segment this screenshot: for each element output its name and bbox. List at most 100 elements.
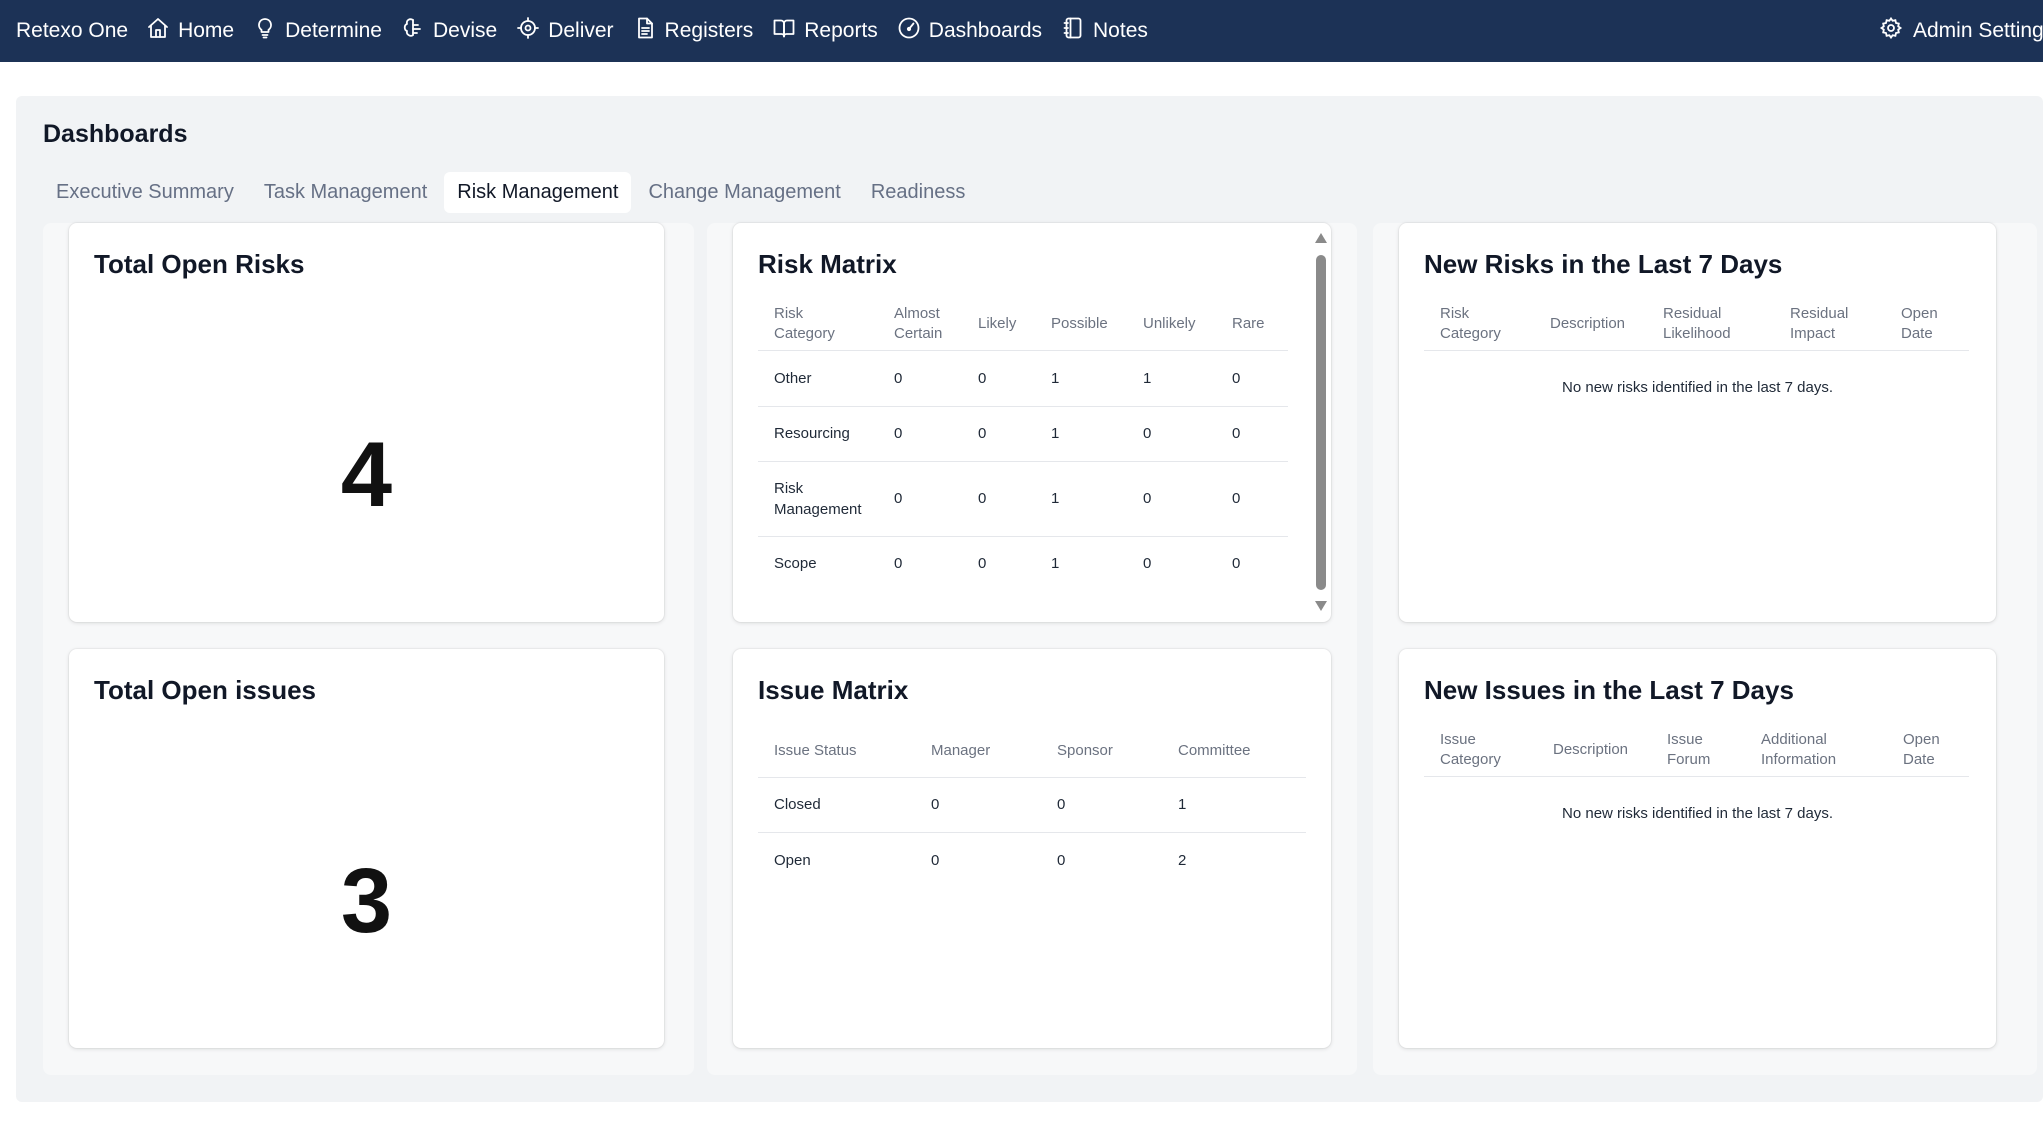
table-cell: 0 [878, 350, 962, 407]
card-title: Total Open Risks [94, 249, 305, 279]
table-cell: 1 [1035, 350, 1127, 407]
issue-matrix-card: Issue Matrix Issue Status Manager Sponso… [733, 649, 1331, 1048]
table-cell: Closed [758, 777, 915, 833]
table-row: Open 0 0 2 [758, 832, 1306, 888]
nav-item-determine[interactable]: Determine [253, 16, 382, 46]
nav-item-registers[interactable]: Registers [633, 16, 754, 46]
nav-item-label: Registers [664, 19, 754, 42]
table-row: Closed 0 0 1 [758, 777, 1306, 833]
column-header: Issue Forum [1651, 725, 1745, 777]
table-cell: 1 [1051, 555, 1060, 573]
nav-item-label: Reports [804, 19, 878, 42]
table-header-row: Risk Category Description Residual Likel… [1424, 299, 1969, 351]
table-cell: Resourcing [758, 406, 878, 462]
scroll-up-arrow-icon[interactable] [1315, 233, 1327, 243]
admin-settings-button[interactable]: Admin Settings [1879, 0, 2043, 62]
table-cell: 0 [1127, 461, 1216, 537]
table-cell: Risk Management [758, 461, 878, 537]
scroll-down-arrow-icon[interactable] [1315, 601, 1327, 611]
tab-executive-summary[interactable]: Executive Summary [43, 172, 247, 213]
card-title: New Issues in the Last 7 Days [1424, 675, 1794, 705]
column-header: Description [1537, 725, 1651, 777]
card-title: Total Open issues [94, 675, 317, 705]
table-cell: 0 [1232, 555, 1241, 573]
tab-change-management[interactable]: Change Management [635, 172, 853, 213]
column-header: Description [1534, 299, 1647, 351]
column-header: Manager [915, 725, 1041, 778]
table-cell: 0 [962, 350, 1035, 407]
column-header: Open Date [1885, 299, 1969, 351]
scrollbar-thumb[interactable] [1316, 255, 1326, 590]
column-header: Sponsor [1041, 725, 1162, 778]
column-header: Issue Status [758, 725, 915, 778]
table-cell: Open [774, 851, 811, 869]
table-cell: 0 [978, 555, 987, 573]
empty-state-message: No new risks identified in the last 7 da… [1562, 805, 1833, 822]
table-cell: 1 [1035, 461, 1127, 537]
nav-item-label: Dashboards [928, 19, 1043, 42]
column-header: Unlikely [1127, 299, 1216, 351]
nav-item-deliver[interactable]: Deliver [516, 16, 614, 46]
column-header: Likely [962, 299, 1035, 351]
book-icon [772, 16, 796, 46]
tab-readiness[interactable]: Readiness [858, 172, 979, 213]
lightbulb-icon [253, 16, 277, 46]
nav-item-dashboards[interactable]: Dashboards [897, 16, 1042, 46]
new-issues-table: Issue Category Description Issue Forum A… [1424, 725, 1969, 777]
card-title: Issue Matrix [758, 675, 909, 705]
table-row: Other 0 0 1 1 0 [758, 350, 1288, 407]
table-cell: 1 [1035, 406, 1127, 462]
empty-state-message: No new risks identified in the last 7 da… [1562, 379, 1833, 396]
table-cell: 0 [1127, 406, 1216, 462]
column-header: Risk Category [1424, 299, 1534, 351]
column-header: Almost Certain [878, 299, 962, 351]
notebook-icon [1061, 16, 1085, 46]
risk-matrix-scrollbar[interactable] [1313, 231, 1329, 615]
table-cell: 0 [931, 851, 940, 869]
column-header: Additional Information [1745, 725, 1887, 777]
page-title: Dashboards [43, 120, 188, 148]
tab-task-management[interactable]: Task Management [251, 172, 440, 213]
total-open-risks-count: 4 [340, 424, 393, 526]
nav-item-home[interactable]: Home [146, 16, 234, 46]
table-cell: 0 [962, 406, 1035, 462]
tab-risk-management[interactable]: Risk Management [444, 172, 632, 213]
table-cell: 0 [894, 555, 903, 573]
nav-item-devise[interactable]: Devise [401, 16, 497, 46]
column-header: Issue Category [1424, 725, 1537, 777]
document-icon [633, 16, 657, 46]
admin-settings-label: Admin Settings [1913, 19, 2043, 42]
new-issues-card: New Issues in the Last 7 Days Issue Cate… [1399, 649, 1996, 1048]
table-cell: 1 [1127, 350, 1216, 407]
nav-item-label: Devise [432, 19, 498, 42]
risk-matrix-card: Risk Matrix Risk Category Almost Certain… [733, 223, 1331, 622]
table-header-row: Risk Category Almost Certain Likely Poss… [758, 299, 1288, 351]
table-cell: 0 [915, 777, 1041, 833]
target-icon [516, 16, 540, 46]
app-brand[interactable]: Retexo One [16, 19, 128, 43]
table-row: Scope 0 0 1 0 0 [758, 536, 1288, 591]
table-cell: Scope [774, 555, 817, 573]
total-open-risks-card: Total Open Risks 4 [69, 223, 664, 622]
column-header: Committee [1162, 725, 1306, 778]
top-navigation-bar: Retexo One Home Determine Devise Deliver… [0, 0, 2043, 62]
new-risks-table: Risk Category Description Residual Likel… [1424, 299, 1969, 351]
dashboard-page: Dashboards Executive Summary Task Manage… [16, 96, 2043, 1102]
column-header: Residual Likelihood [1647, 299, 1774, 351]
table-row: Risk Management 0 0 1 0 0 [758, 461, 1288, 537]
table-row: Resourcing 0 0 1 0 0 [758, 406, 1288, 462]
table-cell: 0 [1041, 777, 1162, 833]
nav-item-notes[interactable]: Notes [1061, 16, 1148, 46]
column-header: Rare [1216, 299, 1288, 351]
column-header: Open Date [1887, 725, 1969, 777]
home-icon [146, 16, 170, 46]
nav-item-label: Deliver [548, 19, 614, 42]
table-header-row: Issue Status Manager Sponsor Committee [758, 725, 1306, 778]
table-cell: 0 [1143, 555, 1152, 573]
new-risks-card: New Risks in the Last 7 Days Risk Catego… [1399, 223, 1996, 622]
card-title: New Risks in the Last 7 Days [1424, 249, 1783, 279]
dashboard-tabs: Executive Summary Task Management Risk M… [43, 172, 978, 213]
nav-item-reports[interactable]: Reports [772, 16, 878, 46]
issue-matrix-table: Issue Status Manager Sponsor Committee C… [758, 725, 1306, 888]
table-cell: 2 [1178, 851, 1187, 869]
